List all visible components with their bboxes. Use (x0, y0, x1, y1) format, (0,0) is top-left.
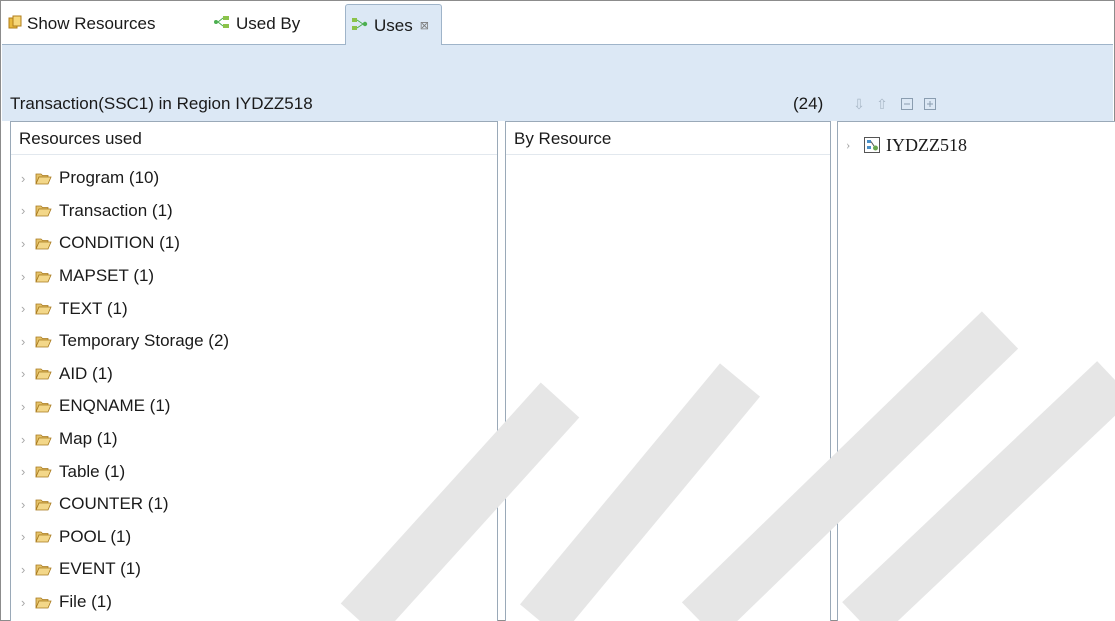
chevron-right-icon[interactable]: › (21, 562, 35, 577)
region-icon (864, 137, 882, 153)
tree-item-label: Program (10) (59, 168, 160, 188)
move-up-icon[interactable]: ⇧ (873, 95, 891, 113)
tree-item[interactable]: › File (1) (11, 586, 497, 619)
resource-count: (24) (793, 94, 824, 113)
tab-uses[interactable]: Uses ⊠ (345, 4, 442, 46)
tree-item-label: Transaction (1) (59, 200, 173, 220)
folder-open-icon (35, 400, 57, 413)
region-label: IYDZZ518 (886, 134, 967, 155)
chevron-right-icon[interactable]: › (21, 203, 35, 218)
chevron-right-icon[interactable]: › (21, 236, 35, 251)
folder-open-icon (35, 596, 57, 609)
used-by-icon (213, 14, 231, 34)
collapse-all-icon[interactable] (898, 95, 916, 113)
tree-item[interactable]: › Program (10) (11, 162, 497, 195)
tree-item-label: TEXT (1) (59, 298, 128, 318)
move-down-icon[interactable]: ⇩ (850, 95, 868, 113)
chevron-right-icon[interactable]: › (21, 399, 35, 414)
expand-all-icon[interactable] (921, 95, 939, 113)
tree-item-label: COUNTER (1) (59, 494, 169, 514)
tree-item-region[interactable]: › IYDZZ518 (846, 135, 967, 155)
tree-item[interactable]: › MAPSET (1) (11, 260, 497, 293)
folder-open-icon (35, 335, 57, 348)
tree-item-label: AID (1) (59, 363, 113, 383)
folder-open-icon (35, 465, 57, 478)
tree-item[interactable]: › POOL (1) (11, 521, 497, 554)
tree-item-label: ENQNAME (1) (59, 396, 171, 416)
resources-icon (8, 14, 22, 34)
tree-item-label: Temporary Storage (2) (59, 331, 230, 351)
tree-item-label: POOL (1) (59, 526, 132, 546)
chevron-right-icon[interactable]: › (21, 432, 35, 447)
tab-used-by-label: Used By (236, 13, 301, 33)
folder-open-icon (35, 172, 57, 185)
tree-item[interactable]: › CONDITION (1) (11, 227, 497, 260)
tree-item[interactable]: › ENQNAME (1) (11, 390, 497, 423)
tab-show-resources[interactable]: Show Resources (8, 2, 156, 45)
resources-used-header: Resources used (11, 122, 497, 155)
folder-open-icon (35, 204, 57, 217)
uses-icon (351, 16, 369, 36)
chevron-right-icon[interactable]: › (21, 366, 35, 381)
tree-item-label: CONDITION (1) (59, 233, 180, 253)
folder-open-icon (35, 237, 57, 250)
folder-open-icon (35, 433, 57, 446)
folder-open-icon (35, 302, 57, 315)
window-frame: Show Resources Used By Uses ⊠ Transactio… (0, 0, 1115, 621)
folder-open-icon (35, 563, 57, 576)
tab-show-resources-label: Show Resources (27, 13, 156, 33)
chevron-right-icon[interactable]: › (21, 301, 35, 316)
chevron-right-icon[interactable]: › (21, 529, 35, 544)
by-resource-header: By Resource (506, 122, 830, 155)
chevron-right-icon[interactable]: › (21, 334, 35, 349)
tree-item-label: Table (1) (59, 461, 126, 481)
tree-item[interactable]: › Transaction (1) (11, 195, 497, 228)
folder-open-icon (35, 270, 57, 283)
folder-open-icon (35, 498, 57, 511)
by-resource-panel: By Resource (505, 121, 831, 621)
close-icon[interactable]: ⊠ (420, 19, 429, 32)
chevron-right-icon[interactable]: › (846, 137, 860, 153)
tab-uses-label: Uses (374, 15, 413, 35)
tree-item-label: Map (1) (59, 429, 118, 449)
tab-bar: Show Resources Used By Uses ⊠ (2, 2, 1113, 46)
tab-used-by[interactable]: Used By (213, 2, 300, 45)
tree-item[interactable]: › EVENT (1) (11, 553, 497, 586)
region-panel: › IYDZZ518 (837, 121, 1115, 621)
tree-item-label: File (1) (59, 592, 112, 612)
tree-item[interactable]: › COUNTER (1) (11, 488, 497, 521)
chevron-right-icon[interactable]: › (21, 171, 35, 186)
tree-item-label: EVENT (1) (59, 559, 141, 579)
tree-item[interactable]: › Temporary Storage (2) (11, 325, 497, 358)
tree-item-label: MAPSET (1) (59, 266, 155, 286)
tree-item[interactable]: › Table (1) (11, 455, 497, 488)
resources-tree: › Program (10) › Transaction (1) › CONDITION … (11, 155, 497, 618)
chevron-right-icon[interactable]: › (21, 269, 35, 284)
chevron-right-icon[interactable]: › (21, 595, 35, 610)
tree-item[interactable]: › AID (1) (11, 358, 497, 391)
tree-item[interactable]: › TEXT (1) (11, 292, 497, 325)
chevron-right-icon[interactable]: › (21, 464, 35, 479)
tree-item[interactable]: › Map (1) (11, 423, 497, 456)
folder-open-icon (35, 530, 57, 543)
chevron-right-icon[interactable]: › (21, 497, 35, 512)
page-title: Transaction(SSC1) in Region IYDZZ518 (10, 94, 313, 113)
resources-used-panel: Resources used › Program (10) › Transaction… (10, 121, 498, 621)
folder-open-icon (35, 367, 57, 380)
